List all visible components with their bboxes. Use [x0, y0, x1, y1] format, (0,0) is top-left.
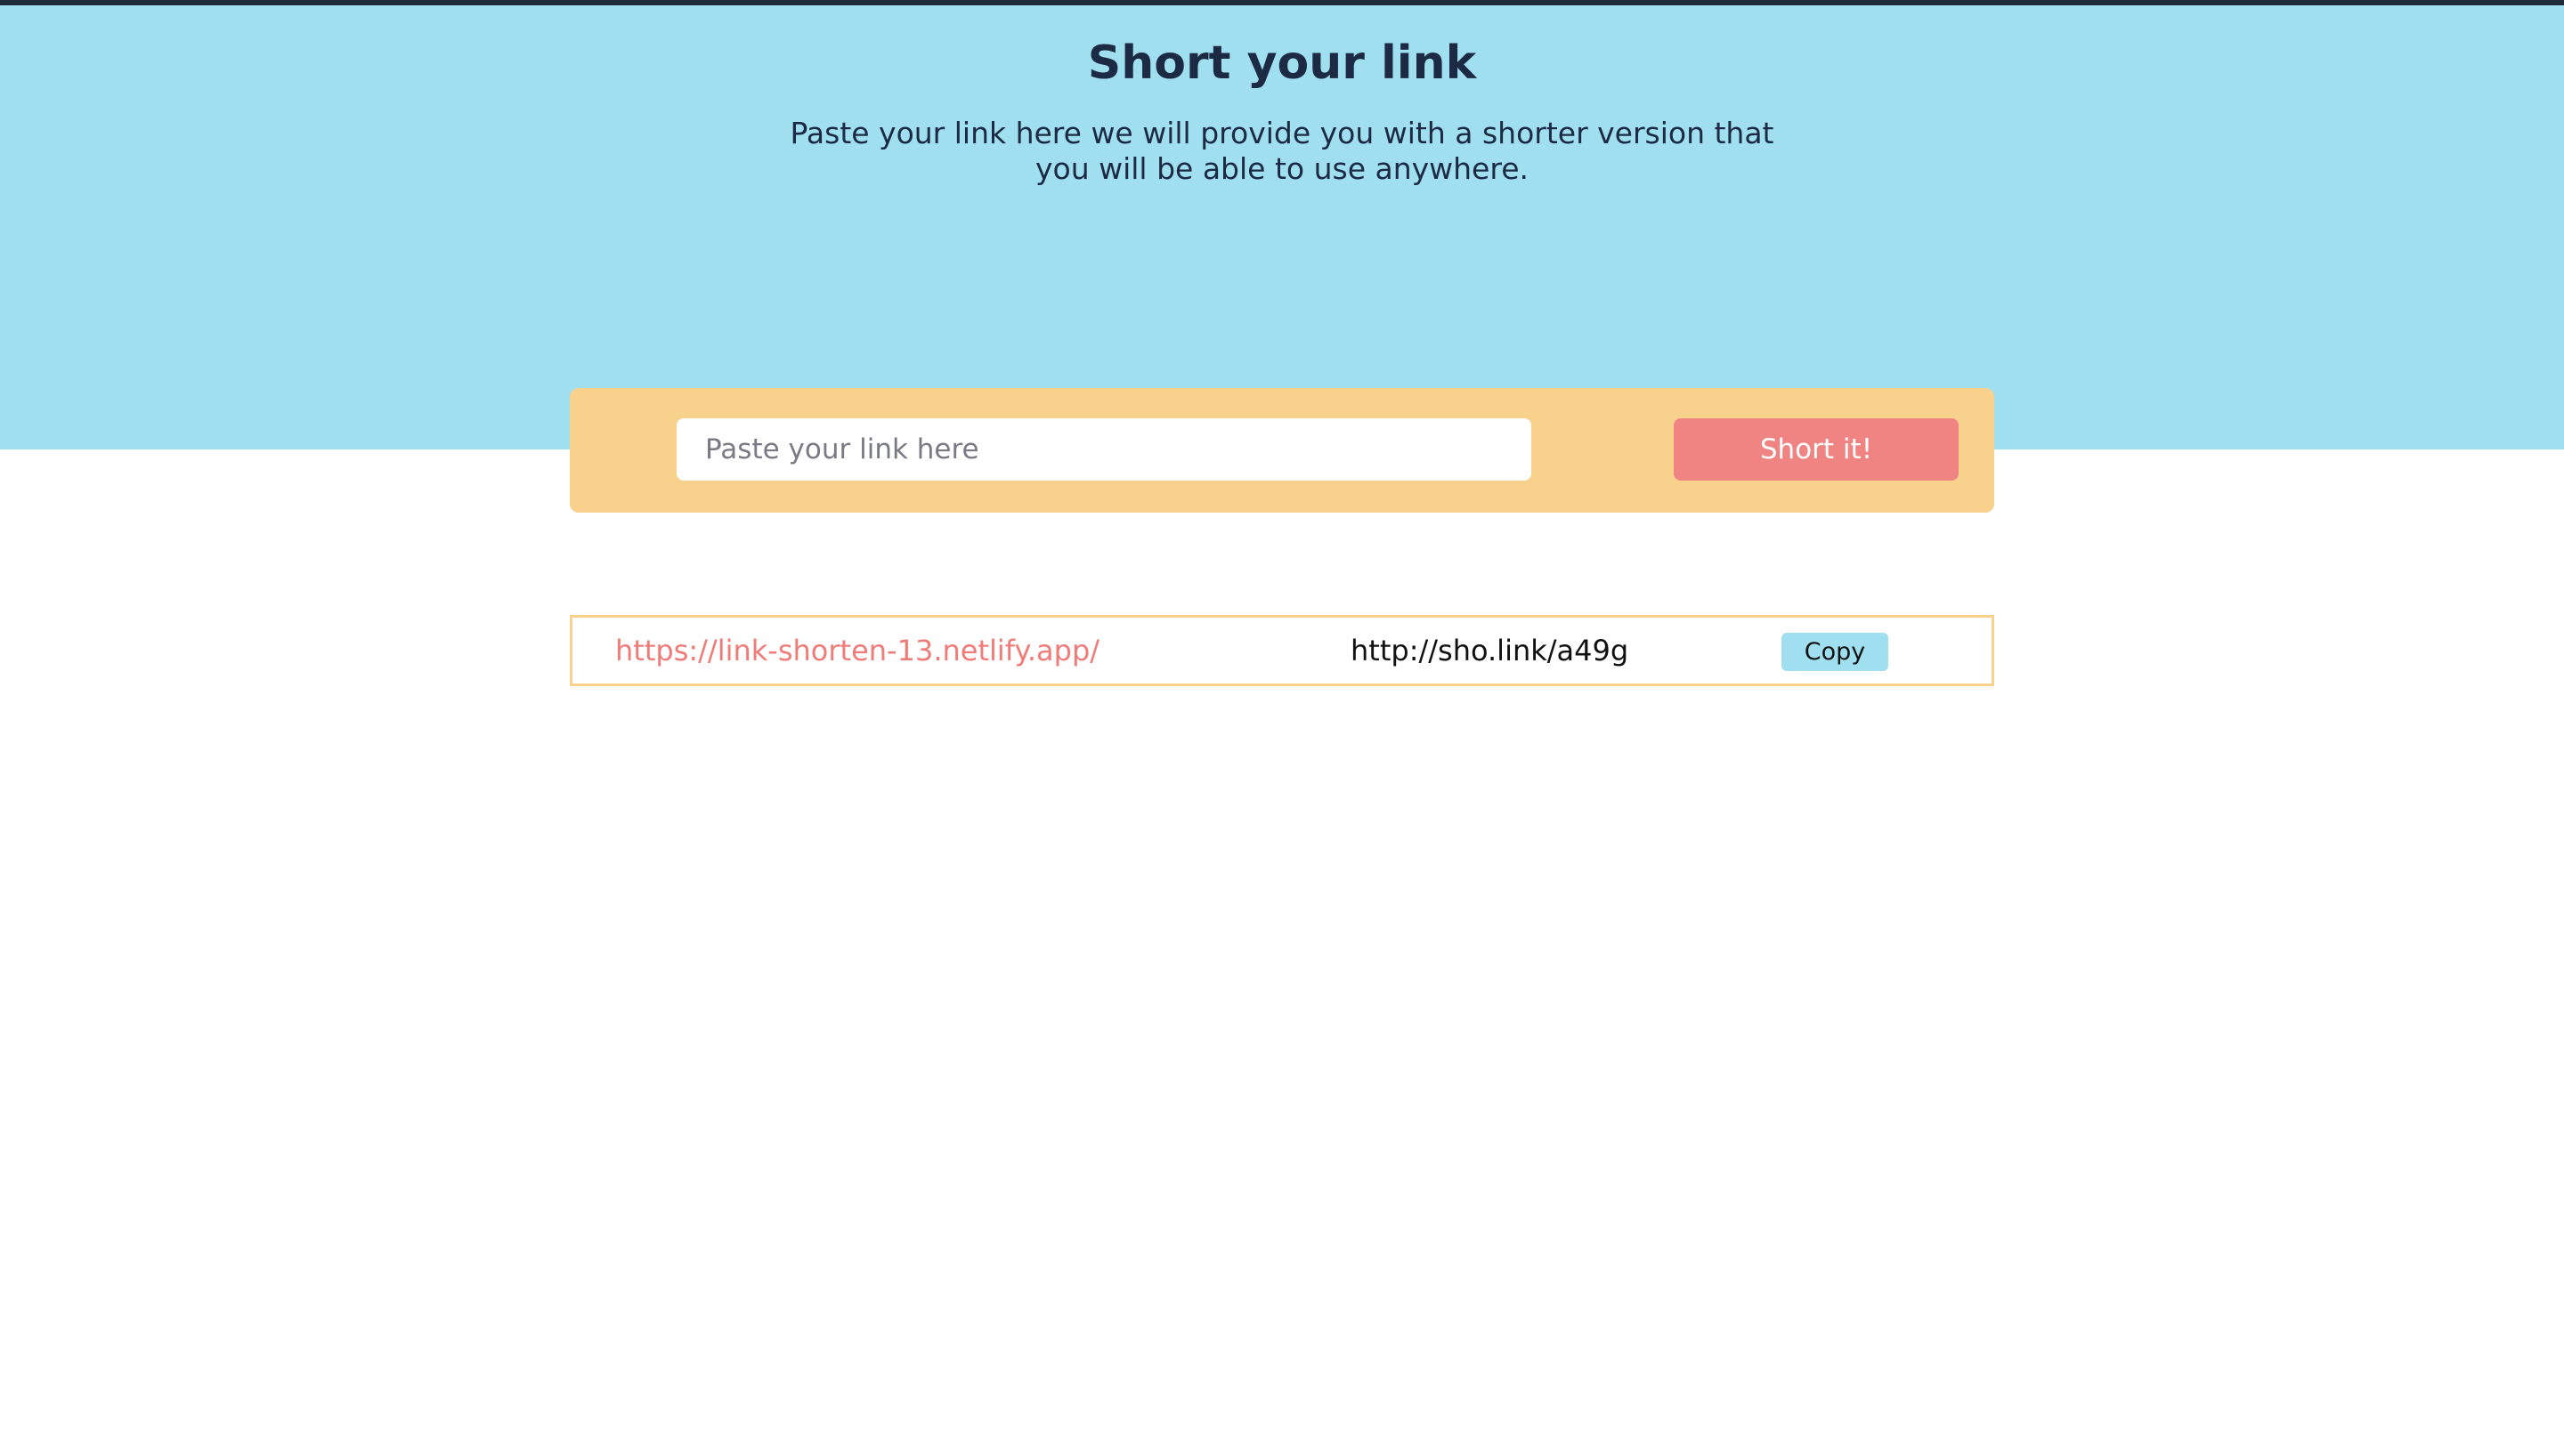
hero-section: Short your link Paste your link here we …	[0, 5, 2564, 449]
result-row: https://link-shorten-13.netlify.app/ htt…	[570, 615, 1994, 686]
page-title: Short your link	[1087, 36, 1477, 90]
page-subtitle: Paste your link here we will provide you…	[790, 116, 1774, 186]
short-link: http://sho.link/a49g	[1351, 634, 1629, 667]
link-input[interactable]	[677, 418, 1531, 481]
original-link[interactable]: https://link-shorten-13.netlify.app/	[615, 618, 1099, 684]
copy-button[interactable]: Copy	[1781, 633, 1888, 671]
short-it-button[interactable]: Short it!	[1674, 418, 1959, 481]
shorten-form: Short it!	[570, 388, 1994, 513]
